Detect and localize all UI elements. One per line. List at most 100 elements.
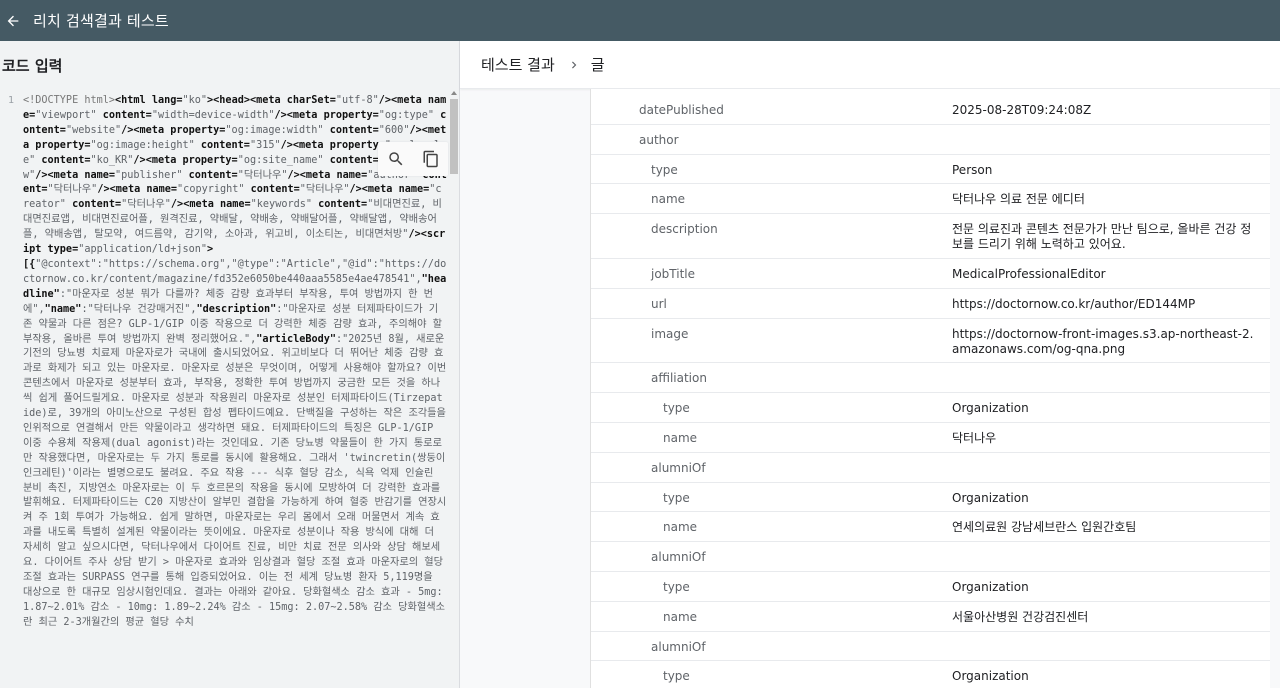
property-row: name 닥터나우 의료 전문 에디터 [591, 184, 1271, 215]
property-table: datePublished 2025-08-28T09:24:08Z author t… [591, 95, 1271, 688]
property-key: name [651, 192, 686, 207]
code-token: "600" [378, 124, 410, 136]
editor-toolbar [378, 142, 448, 176]
property-key: alumniOf [651, 460, 706, 475]
property-row: description 전문 의료진과 콘텐츠 전문가가 만난 팀으로, 올바른 … [591, 214, 1271, 259]
code-token: :"2025년 8월, 새로운 기전의 당뇨병 치료제 마운자로가 국내에 출시… [23, 333, 447, 628]
property-key: type [663, 401, 690, 416]
property-value: Organization [952, 669, 1029, 684]
scroll-thumb[interactable] [450, 99, 458, 174]
code-input-title: 코드 입력 [2, 56, 63, 75]
code-token: "ko" [182, 95, 208, 106]
code-token: "ko_KR" [90, 154, 134, 166]
code-token: "articleBody" [256, 333, 337, 345]
property-key: type [663, 669, 690, 684]
property-row: datePublished 2025-08-28T09:24:08Z [591, 95, 1271, 125]
chevron-right-icon [571, 61, 577, 68]
editor-scrollbar[interactable] [449, 89, 459, 688]
search-icon [388, 152, 402, 166]
property-row: alumniOf [591, 542, 1271, 572]
code-token: "닥터나우" [121, 199, 171, 211]
code-token: <!DOCTYPE html> [23, 95, 116, 106]
code-token: "og:image:width" [225, 124, 330, 136]
code-token: "width=device-width" [151, 109, 275, 121]
search-button[interactable] [385, 148, 407, 170]
code-input-panel: 코드 입력 1 <!DOCTYPE html><html lang="ko"><… [0, 41, 460, 688]
code-token: "닥터나우" [299, 184, 350, 196]
property-row: jobTitle MedicalProfessionalEditor [591, 259, 1271, 289]
property-row: name 닥터나우 [591, 423, 1271, 453]
property-key: type [651, 162, 678, 177]
breadcrumb-root[interactable]: 테스트 결과 [481, 54, 555, 75]
code-token: "description" [196, 303, 277, 315]
property-row: name 서울아산병원 건강검진센터 [591, 602, 1271, 632]
property-row: type Organization [591, 483, 1271, 513]
property-value: 전문 의료진과 콘텐츠 전문가가 만난 팀으로, 올바른 건강 정보를 드리기 … [952, 222, 1252, 252]
app-header: 리치 검색결과 테스트 [0, 0, 1280, 41]
code-token: "og:type" [378, 109, 441, 121]
property-value: 닥터나우 [952, 430, 997, 445]
code-token: /><meta name= [349, 184, 430, 196]
property-key: url [651, 296, 667, 311]
code-token: /><meta property= [280, 139, 385, 151]
code-token: /><meta name= [170, 199, 251, 211]
code-token: content= [329, 154, 379, 166]
scroll-up-arrow[interactable] [451, 91, 457, 95]
property-key: author [639, 132, 679, 147]
code-token: /><meta property= [274, 109, 379, 121]
breadcrumb-current: 글 [590, 56, 605, 74]
property-value: Organization [952, 490, 1029, 505]
property-row: type Organization [591, 572, 1271, 602]
breadcrumb: 테스트 결과 글 [460, 41, 1280, 89]
property-key: name [663, 609, 698, 624]
code-token: /><meta property= [121, 124, 226, 136]
code-token: "닥터나우" [237, 169, 288, 181]
property-key: description [651, 222, 718, 237]
code-token: "copyright" [177, 184, 251, 196]
property-value: Organization [952, 401, 1029, 416]
code-token: content= [329, 124, 379, 136]
code-token: /><meta name= [97, 184, 178, 196]
property-value: 연세의료원 강남세브란스 입원간호팀 [952, 520, 1137, 535]
code-token: content= [318, 199, 368, 211]
code-token: "utf-8" [335, 95, 379, 106]
property-value: Organization [952, 579, 1029, 594]
code-token: /><meta name= [35, 169, 116, 181]
app-title: 리치 검색결과 테스트 [33, 12, 169, 30]
property-value: https://doctornow-front-images.s3.ap-nor… [952, 326, 1254, 356]
property-key: type [663, 490, 690, 505]
property-row: name 연세의료원 강남세브란스 입원간호팀 [591, 512, 1271, 543]
code-token: "keywords" [250, 199, 319, 211]
results-scrollbar[interactable] [1270, 89, 1280, 688]
arrow-left-icon [7, 15, 19, 26]
code-token: content= [72, 199, 122, 211]
code-token: "315" [249, 139, 281, 151]
code-token: <html lang= [115, 95, 183, 106]
property-key: alumniOf [651, 550, 706, 565]
line-number: 1 [8, 95, 15, 106]
code-token: :"닥터나우 건강매거진", [81, 303, 197, 315]
code-token: content= [102, 109, 152, 121]
code-token: "닥터나우" [47, 184, 98, 196]
code-token: /><meta name= [287, 169, 368, 181]
test-results-panel: 테스트 결과 글 datePublished 2025-08-28T09:24:0… [460, 41, 1280, 688]
code-token: content= [200, 139, 250, 151]
code-token: "viewport" [35, 109, 103, 121]
copy-icon [423, 150, 438, 168]
property-key: image [651, 326, 689, 341]
property-value: https://doctornow.co.kr/author/ED144MP [952, 296, 1196, 311]
property-key: type [663, 579, 690, 594]
back-button[interactable] [3, 11, 23, 31]
property-row: alumniOf [591, 632, 1271, 662]
code-token: ><head><meta charSet= [207, 95, 336, 106]
code-token: "name" [44, 303, 82, 315]
property-key: datePublished [639, 103, 724, 117]
code-token: "application/ld+json" [78, 244, 208, 256]
code-token: "og:site_name" [237, 154, 330, 166]
property-key: jobTitle [651, 266, 696, 281]
code-editor[interactable]: 1 <!DOCTYPE html><html lang="ko"><head><… [0, 89, 459, 688]
property-row: type Person [591, 155, 1271, 185]
property-value: 2025-08-28T09:24:08Z [952, 103, 1092, 117]
copy-button[interactable] [420, 148, 442, 170]
property-row: affiliation [591, 363, 1271, 394]
